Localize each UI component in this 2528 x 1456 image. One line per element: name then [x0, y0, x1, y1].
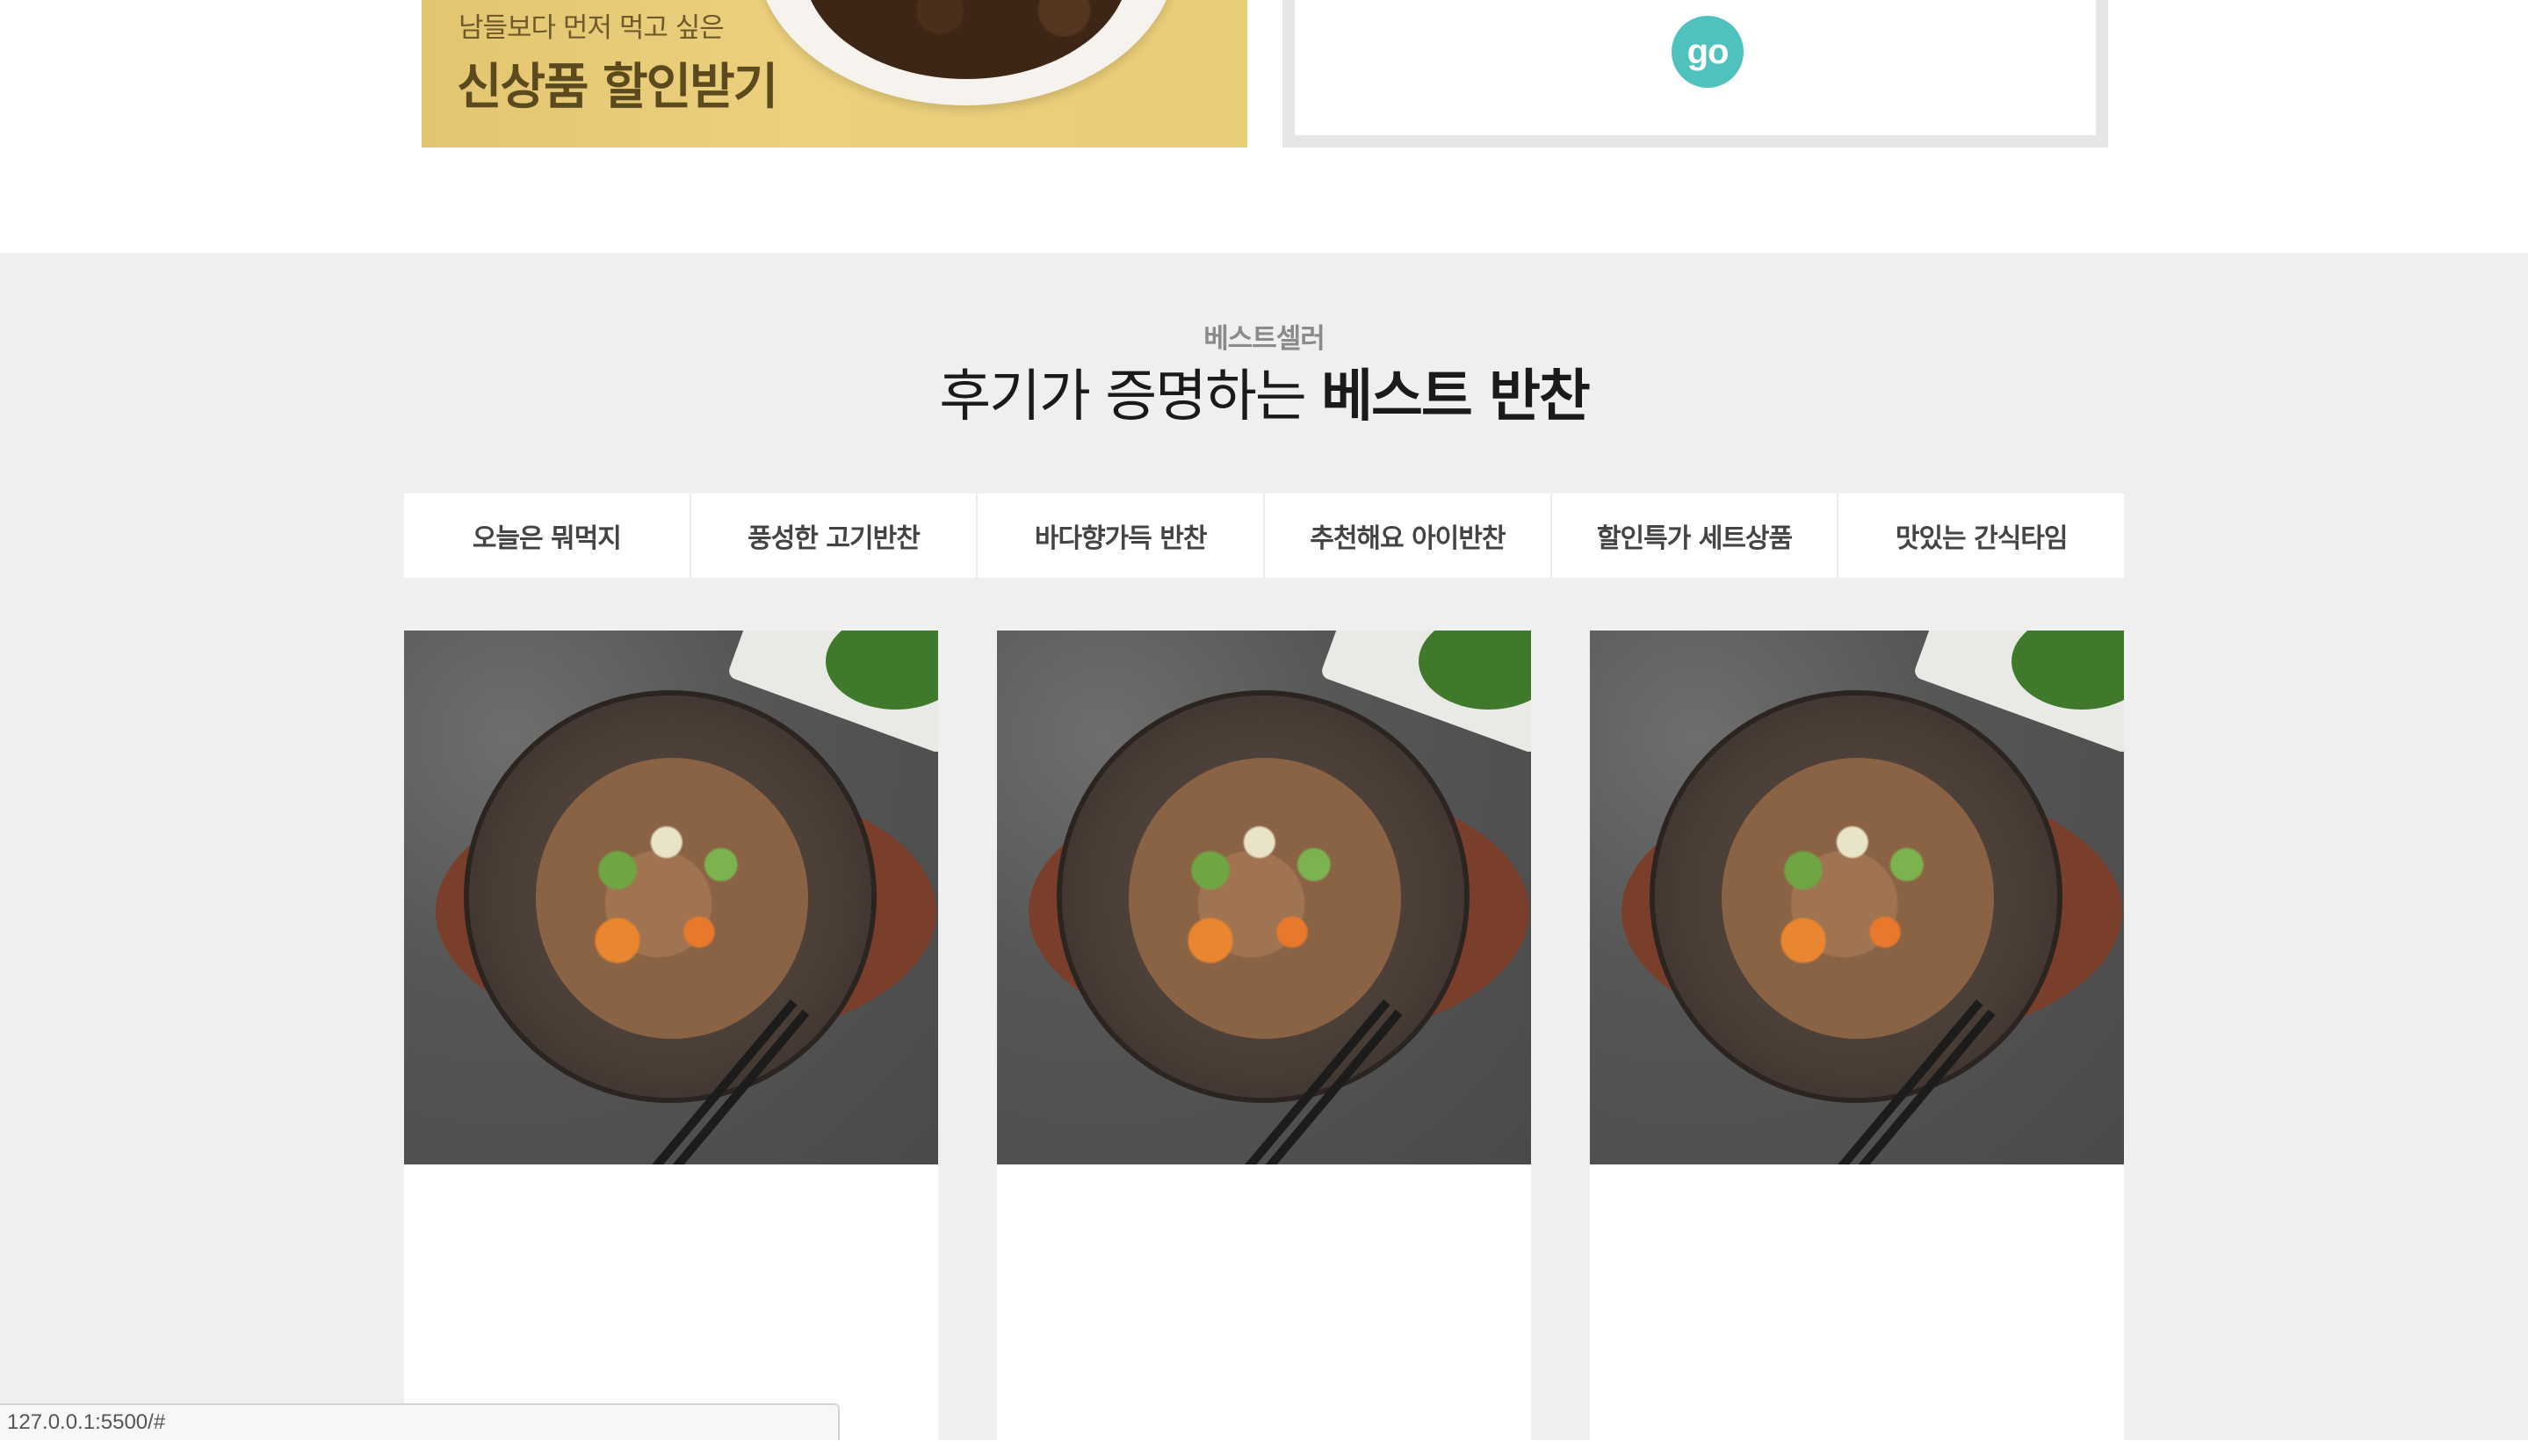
product-list: [404, 631, 2124, 1456]
promo-go-card: go: [1282, 0, 2108, 148]
product-image[interactable]: [997, 631, 1531, 1164]
go-button[interactable]: go: [1672, 16, 1744, 88]
bestseller-section: 베스트셀러 후기가 증명하는 베스트 반찬 오늘은 뭐먹지 풍성한 고기반찬 바…: [0, 253, 2528, 1440]
bulgogi-food: [1722, 758, 1994, 1039]
product-card[interactable]: [1590, 631, 2124, 1440]
bulgogi-food: [536, 758, 808, 1039]
tab-today-menu[interactable]: 오늘은 뭐먹지: [404, 494, 691, 578]
product-image[interactable]: [1590, 631, 2124, 1164]
product-card[interactable]: [404, 631, 938, 1440]
promo-title: 신상품 할인받기: [457, 59, 778, 116]
top-promo-strip: 남들보다 먼저 먹고 싶은 신상품 할인받기 go: [0, 0, 2528, 253]
tab-meat-sides[interactable]: 풍성한 고기반찬: [691, 494, 979, 578]
product-image[interactable]: [404, 631, 938, 1164]
bulgogi-food: [1129, 758, 1401, 1039]
new-product-discount-banner[interactable]: 남들보다 먼저 먹고 싶은 신상품 할인받기: [422, 0, 1247, 148]
tab-kids-sides[interactable]: 추천해요 아이반찬: [1265, 494, 1552, 578]
tab-seafood-sides[interactable]: 바다향가득 반찬: [978, 494, 1266, 578]
tab-discount-sets[interactable]: 할인특가 세트상품: [1552, 494, 1839, 578]
promo-subtitle: 남들보다 먼저 먹고 싶은: [459, 12, 725, 44]
browser-status-bar: 127.0.0.1:5500/#: [0, 1403, 840, 1440]
status-url: 127.0.0.1:5500/#: [7, 1410, 166, 1434]
category-tabs: 오늘은 뭐먹지 풍성한 고기반찬 바다향가득 반찬 추천해요 아이반찬 할인특가…: [404, 494, 2124, 578]
section-title-regular: 후기가 증명하는: [939, 364, 1322, 429]
braised-food: [803, 0, 1130, 79]
product-card[interactable]: [997, 631, 1531, 1440]
tab-snack-time[interactable]: 맛있는 간식타임: [1838, 494, 2124, 578]
braised-food-bowl-image: [755, 0, 1177, 105]
section-title: 후기가 증명하는 베스트 반찬: [0, 351, 2528, 432]
section-title-bold: 베스트 반찬: [1321, 364, 1591, 429]
section-eyebrow: 베스트셀러: [1203, 323, 1325, 355]
